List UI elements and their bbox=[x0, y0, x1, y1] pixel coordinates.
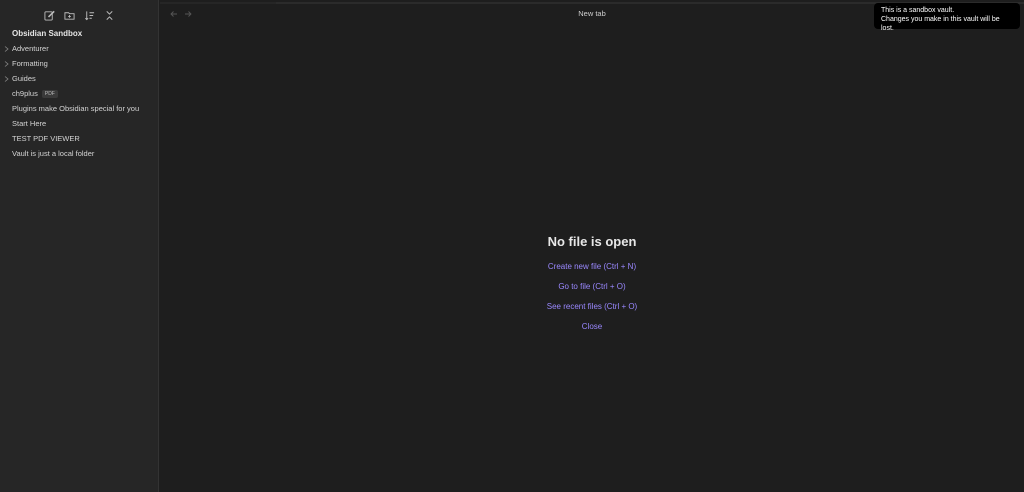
close-link[interactable]: Close bbox=[160, 323, 1024, 343]
new-folder-icon[interactable] bbox=[62, 7, 78, 23]
tree-item-label: TEST PDF VIEWER bbox=[12, 134, 80, 143]
app-window: Obsidian Sandbox Adventurer Formatting G… bbox=[0, 0, 1024, 492]
tree-item-label: Guides bbox=[12, 74, 36, 83]
tree-file-vault-local-folder[interactable]: Vault is just a local folder bbox=[0, 146, 159, 161]
new-note-icon[interactable] bbox=[42, 7, 58, 23]
tree-item-label: Formatting bbox=[12, 59, 48, 68]
chevron-right-icon[interactable] bbox=[3, 56, 10, 71]
tab-strip-divider bbox=[160, 2, 276, 4]
tree-file-plugins[interactable]: Plugins make Obsidian special for you bbox=[0, 101, 159, 116]
vault-name[interactable]: Obsidian Sandbox bbox=[12, 29, 82, 38]
tree-folder-adventurer[interactable]: Adventurer bbox=[0, 41, 159, 56]
tooltip-line: Changes you make in this vault will be l… bbox=[881, 16, 1000, 32]
empty-state-title: No file is open bbox=[547, 234, 637, 249]
tree-folder-guides[interactable]: Guides bbox=[0, 71, 159, 86]
go-to-file-link[interactable]: Go to file (Ctrl + O) bbox=[160, 283, 1024, 303]
sort-icon[interactable] bbox=[82, 7, 98, 23]
collapse-all-icon[interactable] bbox=[102, 7, 118, 23]
chevron-right-icon[interactable] bbox=[3, 71, 10, 86]
tree-item-label: Plugins make Obsidian special for you bbox=[12, 104, 140, 113]
tree-folder-formatting[interactable]: Formatting bbox=[0, 56, 159, 71]
tree-item-label: Start Here bbox=[12, 119, 47, 128]
tree-item-label: Vault is just a local folder bbox=[12, 149, 95, 158]
file-type-badge: PDF bbox=[41, 90, 58, 98]
tree-item-label: Adventurer bbox=[12, 44, 49, 53]
tree-file-ch9plus[interactable]: ch9plus PDF bbox=[0, 86, 159, 101]
empty-state: No file is open Create new file (Ctrl + … bbox=[160, 233, 1024, 343]
editor-area: New tab No file is open Create new file … bbox=[160, 0, 1024, 492]
file-tree: Adventurer Formatting Guides ch9plus PDF … bbox=[0, 41, 159, 161]
sandbox-tooltip: This is a sandbox vault. Changes you mak… bbox=[874, 3, 1020, 32]
file-explorer-sidebar: Obsidian Sandbox Adventurer Formatting G… bbox=[0, 0, 159, 492]
see-recent-files-link[interactable]: See recent files (Ctrl + O) bbox=[160, 303, 1024, 323]
file-explorer-toolbar bbox=[0, 0, 159, 30]
chevron-right-icon[interactable] bbox=[3, 41, 10, 56]
tooltip-line: This is a sandbox vault. bbox=[881, 7, 955, 14]
tree-file-start-here[interactable]: Start Here bbox=[0, 116, 159, 131]
create-new-file-link[interactable]: Create new file (Ctrl + N) bbox=[160, 263, 1024, 283]
tree-file-test-pdf-viewer[interactable]: TEST PDF VIEWER bbox=[0, 131, 159, 146]
tree-item-label: ch9plus bbox=[12, 89, 38, 98]
